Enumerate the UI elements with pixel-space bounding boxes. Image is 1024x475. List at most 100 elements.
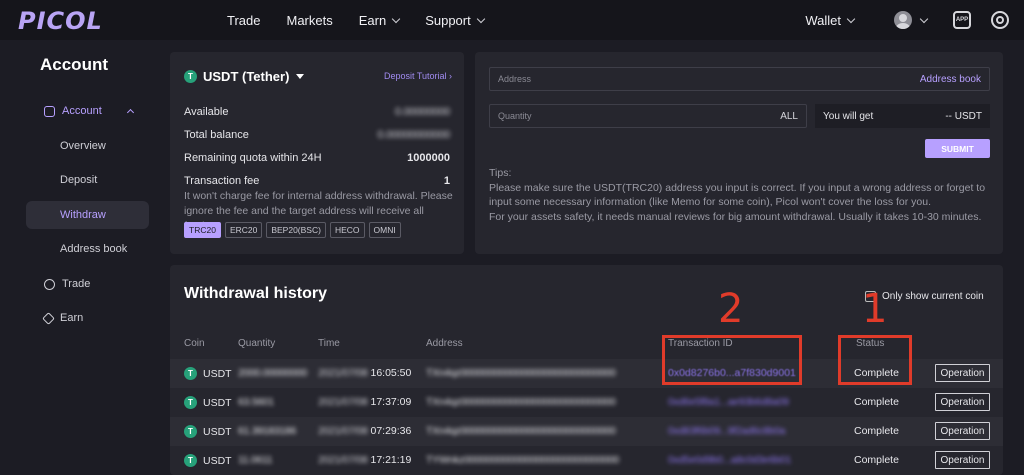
row-address: TXn4qz0000000000000000000000000000 [426, 396, 616, 408]
annotation-box-txid [662, 335, 802, 385]
wallet-menu[interactable]: Wallet [805, 12, 856, 28]
col-quantity: Quantity [238, 338, 276, 349]
gear-icon[interactable] [991, 11, 1009, 29]
history-title: Withdrawal history [184, 285, 327, 302]
available-value: 0.00000000 [394, 106, 450, 118]
app-icon[interactable]: APP [953, 11, 971, 29]
annotation-number-2: 2 [718, 286, 744, 332]
row-address: TXn4qz0000000000000000000000000000 [426, 425, 616, 437]
diamond-icon [42, 311, 55, 325]
remaining-quota-value: 1000000 [407, 152, 450, 164]
quantity-input[interactable]: Quantity ALL [489, 104, 807, 128]
row-status: Complete [854, 454, 899, 466]
coin-selector[interactable]: T USDT (Tether) [184, 69, 305, 84]
remaining-quota-label: Remaining quota within 24H [184, 152, 322, 164]
row-quantity: 61.39183186 [238, 425, 297, 437]
nav-right: Wallet APP [805, 0, 1024, 40]
fee-label: Transaction fee [184, 175, 260, 187]
sidebar-item-address-book[interactable]: Address book [26, 235, 149, 263]
tips-title: Tips: [489, 167, 512, 179]
nav-markets[interactable]: Markets [286, 13, 332, 28]
total-balance-label: Total balance [184, 129, 249, 141]
row-txid-link[interactable]: 0xd6e5f8a1...ae93b6d8a09 [668, 396, 789, 408]
tether-icon: T [184, 425, 197, 438]
col-address: Address [426, 338, 463, 349]
nav-support[interactable]: Support [425, 12, 485, 28]
row-txid-link[interactable]: 0xd5e0d9b0...a8c0d3e6b01 [668, 454, 791, 466]
wallet-label: Wallet [805, 12, 841, 28]
tip-address: Please make sure the USDT(TRC20) address… [489, 181, 986, 209]
deposit-tutorial-label: Deposit Tutorial [383, 71, 447, 81]
network-chip-erc20[interactable]: ERC20 [224, 222, 263, 238]
avatar-icon[interactable] [894, 11, 912, 29]
row-time: 17:37:09 [370, 396, 412, 408]
fee-row: Transaction fee 1 [184, 175, 450, 187]
row-txid-link[interactable]: 0xd83f6b09...9f2ad6c8b0a [668, 425, 785, 437]
row-coin: USDT [203, 454, 232, 467]
you-will-get-value: -- USDT [945, 110, 982, 122]
table-row: T USDT 61.39183186 2021/07/08 07:29:36 TX… [170, 417, 1003, 446]
network-chip-omni[interactable]: OMNI [368, 222, 401, 238]
address-placeholder: Address [498, 74, 532, 84]
sidebar-item-earn[interactable]: Earn [26, 304, 149, 332]
operation-button[interactable]: Operation [935, 393, 990, 411]
available-label: Available [184, 106, 229, 118]
sidebar-item-label: Account [62, 105, 102, 117]
annotation-number-1: 1 [862, 286, 888, 332]
tether-icon: T [184, 454, 197, 467]
remaining-quota-row: Remaining quota within 24H 1000000 [184, 152, 450, 164]
you-will-get-box: You will get -- USDT [815, 104, 990, 128]
coin-panel: T USDT (Tether) Deposit Tutorial › Avail… [170, 52, 464, 254]
address-book-link[interactable]: Address book [920, 74, 981, 85]
nav-support-label: Support [425, 12, 471, 28]
row-date: 2021/07/08 [318, 425, 368, 437]
sidebar-item-label: Address book [60, 243, 128, 255]
wallet-icon [44, 105, 55, 117]
withdraw-form: Address Address book Quantity ALL You wi… [475, 52, 1003, 254]
submit-button[interactable]: SUBMIT [925, 139, 990, 158]
total-balance-value: 0.00000000000 [377, 129, 450, 141]
address-input[interactable]: Address Address book [489, 67, 990, 91]
total-balance-row: Total balance 0.00000000000 [184, 129, 450, 141]
table-row: T USDT 11.0611 2021/07/08 17:21:19 TYWnkz… [170, 446, 1003, 475]
only-show-label: Only show current coin [882, 291, 984, 302]
operation-button[interactable]: Operation [935, 364, 990, 382]
sidebar-item-deposit[interactable]: Deposit [26, 166, 149, 194]
col-coin: Coin [184, 338, 205, 349]
chevron-up-icon [126, 108, 134, 117]
row-quantity: 11.0611 [238, 454, 273, 466]
row-time: 16:05:50 [370, 367, 412, 379]
row-time: 17:21:19 [370, 454, 412, 466]
deposit-tutorial-link[interactable]: Deposit Tutorial › [384, 71, 452, 81]
coin-name: USDT (Tether) [203, 69, 290, 84]
tether-icon: T [184, 367, 197, 380]
sidebar-item-trade[interactable]: Trade [26, 270, 149, 298]
network-chip-bep20[interactable]: BEP20(BSC) [266, 222, 326, 238]
row-date: 2021/07/08 [318, 367, 368, 379]
sidebar-item-withdraw[interactable]: Withdraw [26, 201, 149, 229]
network-chip-trc20[interactable]: TRC20 [184, 222, 221, 238]
row-quantity: 63.5601 [238, 396, 274, 408]
row-coin: USDT [203, 425, 232, 438]
nav-earn-label: Earn [358, 12, 387, 28]
annotation-box-status [838, 335, 912, 385]
main-nav: Trade Markets Earn Support [227, 0, 510, 40]
caret-down-icon [296, 74, 305, 79]
chevron-down-icon[interactable] [919, 14, 929, 23]
picol-logo[interactable]: PICOL [18, 7, 103, 35]
network-chip-heco[interactable]: HECO [329, 222, 365, 238]
chevron-down-icon [846, 14, 856, 23]
row-status: Complete [854, 396, 899, 408]
all-button[interactable]: ALL [780, 111, 798, 122]
operation-button[interactable]: Operation [935, 422, 990, 440]
sidebar-item-account[interactable]: Account [26, 97, 149, 125]
nav-markets-label: Markets [286, 12, 333, 28]
nav-earn[interactable]: Earn [358, 12, 401, 28]
row-date: 2021/07/08 [318, 454, 368, 466]
sidebar-item-overview[interactable]: Overview [26, 132, 149, 160]
row-quantity: 2000.00000000 [238, 367, 308, 379]
row-date: 2021/07/08 [318, 396, 368, 408]
operation-button[interactable]: Operation [935, 451, 990, 469]
table-row: T USDT 63.5601 2021/07/08 17:37:09 TXn4qz… [170, 388, 1003, 417]
nav-trade[interactable]: Trade [227, 13, 260, 28]
